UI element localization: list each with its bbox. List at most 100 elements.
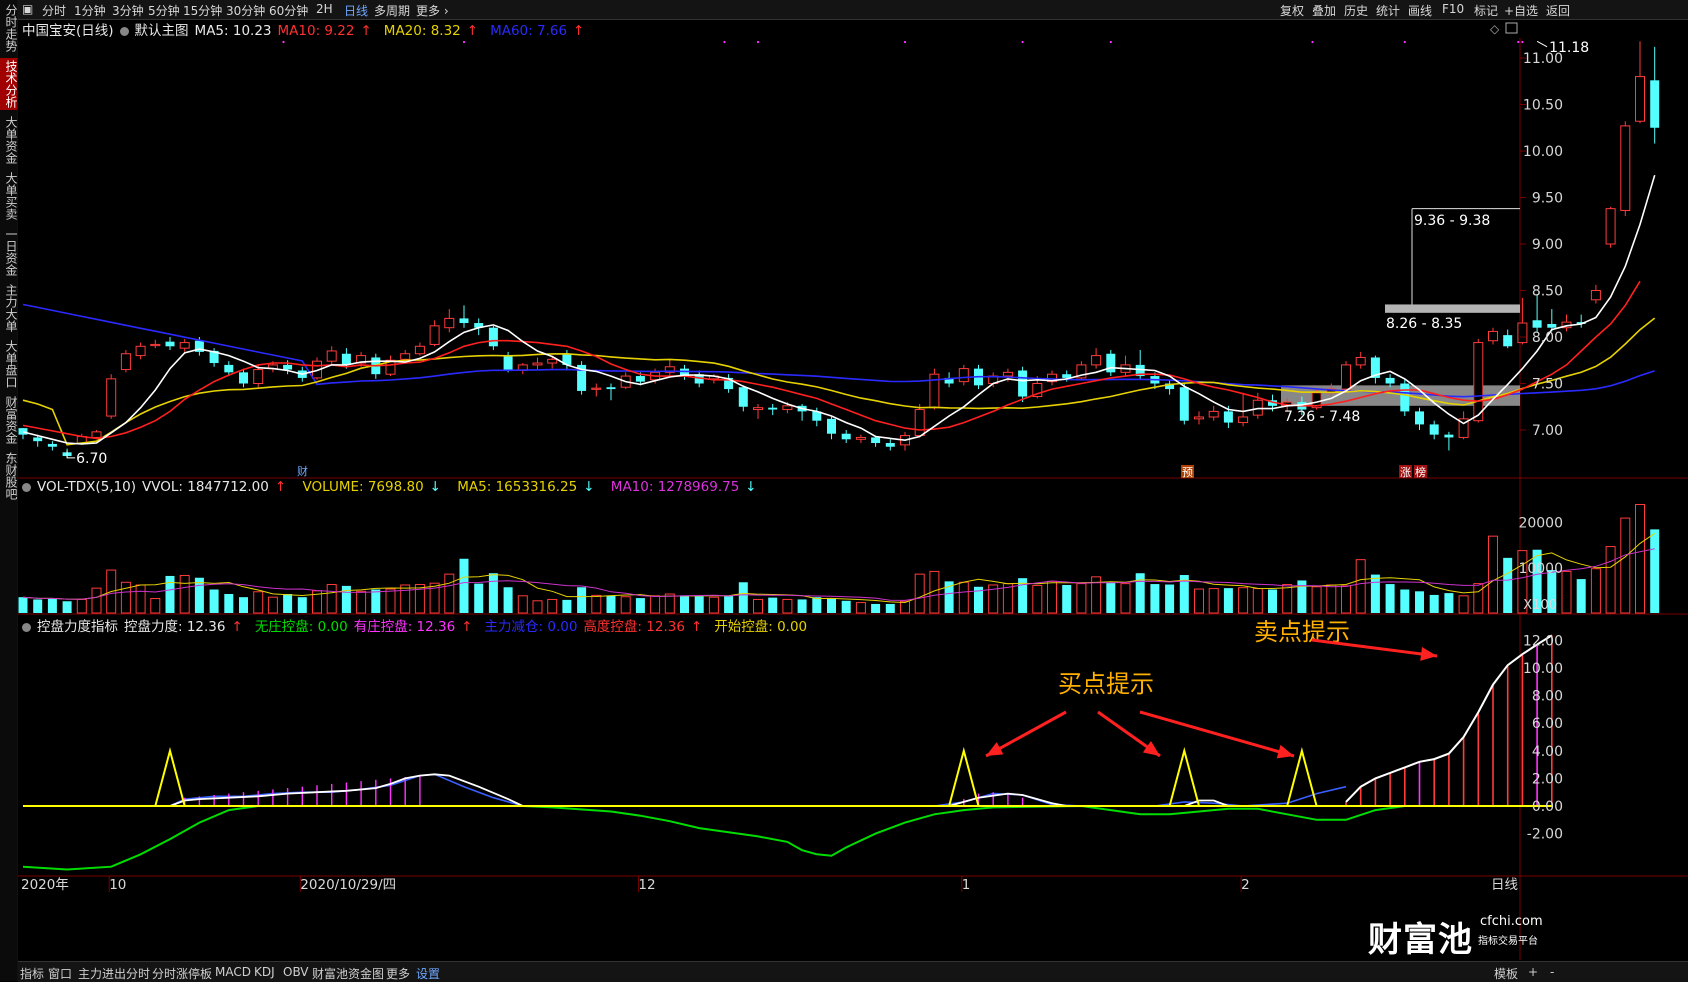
- obv-button[interactable]: OBV: [283, 965, 309, 979]
- ind-tick-label: 12.00: [1523, 633, 1563, 649]
- limit-up-button[interactable]: 分时涨停板: [152, 965, 212, 982]
- top-dot: [1403, 40, 1406, 44]
- volume-bar: [150, 598, 161, 614]
- buy-signal-label: 买点提示: [1058, 670, 1154, 698]
- volume-bar: [488, 573, 498, 613]
- price-tick-label: 7.50: [1532, 377, 1563, 393]
- volume-bar: [871, 603, 881, 613]
- candle-body: [239, 372, 248, 384]
- window-button[interactable]: 窗口: [48, 965, 72, 982]
- zone-8.26-8.35: [1385, 304, 1520, 313]
- x-axis-label: 10: [109, 877, 126, 893]
- candle-body: [1532, 320, 1542, 328]
- template-button[interactable]: 模板: [1494, 965, 1518, 982]
- volume-bar: [297, 597, 307, 613]
- price-tick-label: 8.50: [1532, 284, 1563, 300]
- start-control-spike: [1168, 746, 1200, 807]
- volume-bar: [680, 595, 689, 613]
- buy-arrow-3: [1139, 710, 1295, 758]
- candle-body: [1444, 434, 1454, 438]
- volume-bar: [1385, 584, 1395, 613]
- volume-bar: [120, 581, 131, 614]
- candle-body: [753, 407, 763, 411]
- volume-bar: [179, 574, 190, 614]
- volume-bar: [635, 598, 645, 613]
- top-dot: [1517, 40, 1520, 44]
- ma20-line: [22, 317, 1656, 446]
- candle-body: [1488, 330, 1498, 342]
- volume-bar: [1503, 557, 1513, 613]
- vol-unit-label: X100: [1523, 598, 1557, 613]
- logo-site: cfchi.com: [1480, 914, 1543, 929]
- volume-bar: [562, 599, 572, 613]
- candle-body: [635, 376, 645, 382]
- candle-body: [1002, 371, 1013, 377]
- vol-tick-label: 10000: [1518, 561, 1563, 577]
- more-button[interactable]: 更多: [386, 965, 410, 982]
- ind-tick-label: 0.00: [1532, 799, 1563, 815]
- x-axis-label: 2020年: [21, 877, 69, 893]
- candle-body: [47, 443, 57, 447]
- ind-tick-label: 2.00: [1532, 771, 1563, 787]
- candle-body: [1194, 416, 1204, 420]
- volume-bar: [1488, 535, 1498, 614]
- candle-body: [18, 428, 28, 435]
- main-flow-button[interactable]: 主力进出分时: [78, 965, 150, 982]
- macd-button[interactable]: MACD: [215, 965, 251, 979]
- volume-bar: [724, 595, 734, 613]
- volume-bar: [1150, 584, 1160, 613]
- candle-body: [1605, 208, 1616, 245]
- candle-body: [591, 387, 602, 390]
- settings-button[interactable]: 设置: [416, 965, 440, 982]
- zoom-in-button[interactable]: +: [1528, 965, 1538, 979]
- chart-frame: [18, 38, 1688, 960]
- volume-bar: [768, 597, 778, 613]
- logo-tagline: 指标交易平台: [1478, 936, 1538, 947]
- volume-bar: [1429, 594, 1439, 613]
- candle-body: [885, 443, 895, 447]
- ind-tick-label: 4.00: [1532, 744, 1563, 760]
- zoom-out-button[interactable]: -: [1550, 965, 1554, 979]
- candle-body: [1223, 411, 1233, 423]
- volume-bar: [62, 601, 72, 613]
- volume-bar: [1590, 568, 1601, 614]
- volume-bar: [738, 582, 748, 613]
- candle-body: [429, 325, 440, 345]
- volume-bar: [18, 597, 28, 613]
- candle-body: [768, 407, 778, 410]
- high-price-label: 11.18: [1549, 40, 1589, 56]
- volume-bar: [1326, 584, 1337, 614]
- sell-arrow-head: [1420, 647, 1437, 661]
- price-tick-label: 9.50: [1532, 191, 1563, 207]
- candle-body: [400, 353, 411, 360]
- candle-body: [1429, 424, 1439, 435]
- candle-body: [33, 437, 43, 442]
- event-marker-yu: 预: [1182, 466, 1193, 479]
- kdj-button[interactable]: KDJ: [254, 965, 275, 979]
- volume-bar: [517, 595, 528, 614]
- volume-bar: [900, 600, 910, 614]
- candle-body: [179, 342, 190, 349]
- fund-chart-button[interactable]: 财富池资金图: [312, 965, 384, 982]
- candle-body: [1179, 387, 1189, 421]
- volume-bar: [1458, 595, 1469, 614]
- vol-ma5-line: [22, 532, 1655, 604]
- candle-body: [871, 437, 881, 444]
- volume-bar: [1032, 584, 1043, 614]
- volume-bar: [400, 584, 411, 614]
- volume-bar: [1282, 584, 1293, 614]
- volume-bar: [958, 581, 969, 614]
- volume-bar: [1650, 529, 1660, 613]
- volume-bar: [1268, 589, 1277, 613]
- volume-bar: [135, 584, 146, 614]
- high-marker-line: [1536, 40, 1548, 48]
- volume-bar: [694, 596, 704, 613]
- indicator-button[interactable]: 指标: [20, 965, 44, 982]
- volume-bar: [1062, 584, 1072, 613]
- volume-bar: [532, 600, 543, 614]
- volume-bar: [797, 599, 807, 613]
- volume-bar: [1135, 573, 1145, 613]
- candle-body: [165, 341, 175, 347]
- candle-body: [841, 433, 851, 440]
- volume-bar: [1576, 579, 1586, 613]
